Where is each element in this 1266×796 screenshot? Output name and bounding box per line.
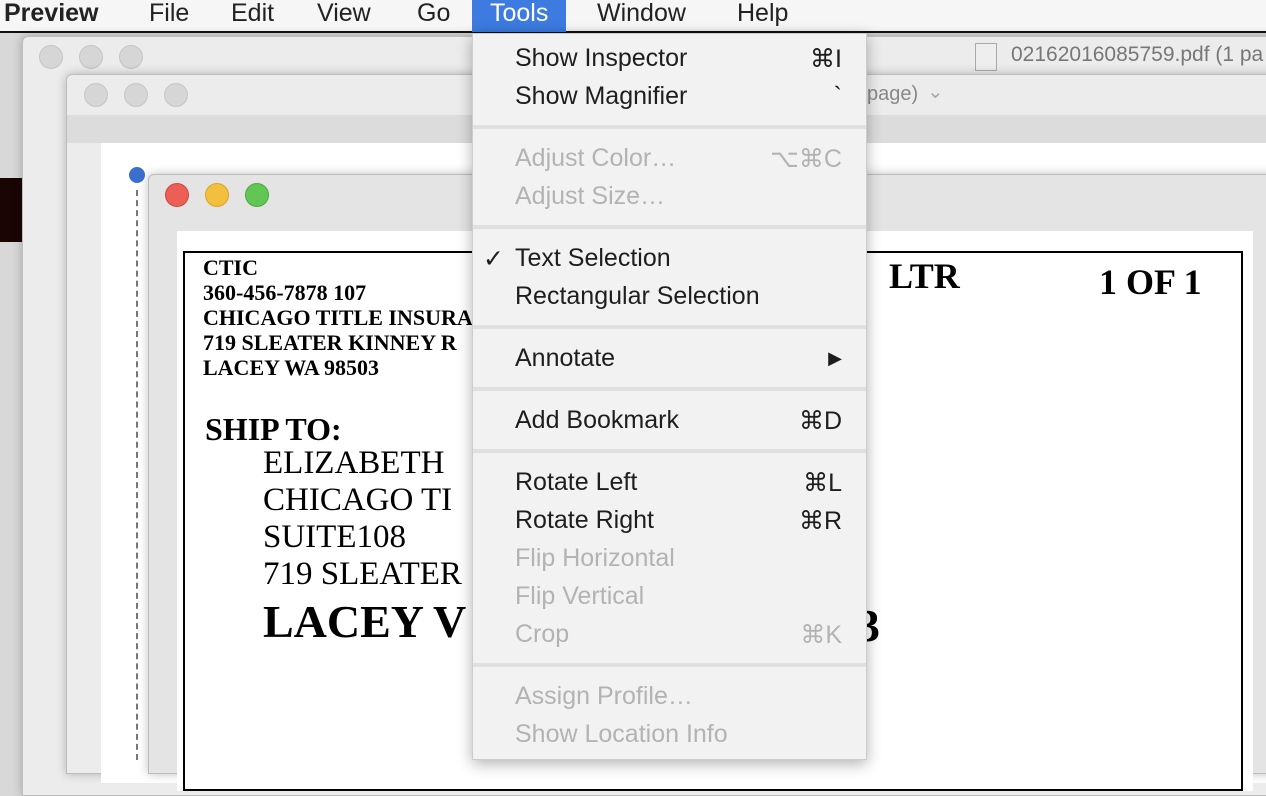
menu-item-label: Annotate <box>515 344 616 372</box>
menu-item-label: Add Bookmark <box>515 406 679 434</box>
menu-item-shortcut: ⌘R <box>798 507 842 535</box>
ship-to-heading: SHIP TO: <box>205 411 342 447</box>
menu-item-label: Rectangular Selection <box>515 282 760 310</box>
menu-item-label: Show Inspector <box>515 44 688 72</box>
background-window-edge <box>0 178 24 242</box>
minimize-button-inactive[interactable] <box>124 83 148 107</box>
menu-item-crop: Crop ⌘K <box>473 616 866 654</box>
menu-item-label: Adjust Size… <box>515 182 666 210</box>
menu-item-shortcut: ⌘L <box>803 469 842 497</box>
menu-file[interactable]: File <box>131 0 207 32</box>
menu-item-label: Adjust Color… <box>515 144 677 172</box>
zoom-button-inactive[interactable] <box>119 45 143 69</box>
menu-item-rotate-right[interactable]: Rotate Right ⌘R <box>473 502 866 540</box>
menu-item-label: Flip Vertical <box>515 582 645 610</box>
menu-item-adjust-size: Adjust Size… <box>473 178 866 216</box>
menu-item-label: Rotate Right <box>515 506 654 534</box>
menu-item-label: Text Selection <box>515 244 671 272</box>
menu-item-text-selection[interactable]: ✓ Text Selection <box>473 240 866 278</box>
close-button-inactive[interactable] <box>84 83 108 107</box>
service-ltr: LTR <box>889 256 960 296</box>
menu-separator <box>473 125 866 129</box>
menu-item-shortcut: ⌘K <box>800 621 842 649</box>
menu-item-label: Show Magnifier <box>515 82 688 110</box>
menu-view[interactable]: View <box>299 0 389 32</box>
menu-item-rectangular-selection[interactable]: Rectangular Selection <box>473 278 866 316</box>
chevron-down-icon[interactable]: ⌄ <box>927 79 944 104</box>
menu-item-adjust-color: Adjust Color… ⌥⌘C <box>473 140 866 178</box>
zoom-button[interactable] <box>245 183 269 207</box>
menu-bar: Preview File Edit View Go Tools Window H… <box>0 0 1266 33</box>
menu-item-shortcut: ⌥⌘C <box>770 145 842 173</box>
menu-item-annotate[interactable]: Annotate ▶ <box>473 340 866 378</box>
menu-separator <box>473 225 866 229</box>
window-title-fragment: page) <box>867 83 919 105</box>
close-button[interactable] <box>165 183 189 207</box>
menu-item-show-location-info: Show Location Info <box>473 716 866 754</box>
sender-address: CTIC 360-456-7878 107 CHICAGO TITLE INSURA… <box>203 255 473 380</box>
menu-app-preview[interactable]: Preview <box>0 0 117 32</box>
menu-item-label: Flip Horizontal <box>515 544 675 572</box>
zoom-button-inactive[interactable] <box>164 83 188 107</box>
menu-item-flip-horizontal: Flip Horizontal <box>473 540 866 578</box>
menu-item-show-magnifier[interactable]: Show Magnifier ` <box>473 78 866 116</box>
minimize-button[interactable] <box>205 183 229 207</box>
menu-edit[interactable]: Edit <box>213 0 292 32</box>
close-button-inactive[interactable] <box>39 45 63 69</box>
submenu-arrow-icon: ▶ <box>828 348 842 368</box>
tools-menu: Show Inspector ⌘I Show Magnifier ` Adjust Co… <box>472 33 867 760</box>
checkmark-icon: ✓ <box>483 245 504 273</box>
menu-item-shortcut: ⌘D <box>798 407 842 435</box>
menu-separator <box>473 449 866 453</box>
recipient-city: LACEY V <box>263 596 467 647</box>
menu-item-label: Assign Profile… <box>515 682 693 710</box>
menu-item-add-bookmark[interactable]: Add Bookmark ⌘D <box>473 402 866 440</box>
menu-item-flip-vertical: Flip Vertical <box>473 578 866 616</box>
menu-item-shortcut: ⌘I <box>810 45 842 73</box>
menu-item-assign-profile: Assign Profile… <box>473 678 866 716</box>
selection-handle[interactable] <box>129 167 145 183</box>
menu-tools[interactable]: Tools <box>472 0 567 32</box>
menu-item-rotate-left[interactable]: Rotate Left ⌘L <box>473 464 866 502</box>
minimize-button-inactive[interactable] <box>79 45 103 69</box>
menu-item-label: Show Location Info <box>515 720 728 748</box>
menu-go[interactable]: Go <box>399 0 468 32</box>
menu-window[interactable]: Window <box>579 0 704 32</box>
menu-separator <box>473 663 866 667</box>
page-count: 1 OF 1 <box>1099 262 1202 302</box>
menu-help[interactable]: Help <box>719 0 806 32</box>
menu-item-label: Rotate Left <box>515 468 638 496</box>
menu-item-show-inspector[interactable]: Show Inspector ⌘I <box>473 40 866 78</box>
menu-separator <box>473 387 866 391</box>
pdf-file-icon <box>975 43 997 71</box>
menu-item-shortcut: ` <box>833 82 842 110</box>
window-title: 02162016085759.pdf (1 pa <box>1011 43 1264 66</box>
menu-separator <box>473 325 866 329</box>
selection-border <box>136 190 138 760</box>
recipient-address: ELIZABETH CHICAGO TI SUITE108 719 SLEATER <box>263 445 462 592</box>
menu-item-label: Crop <box>515 620 570 648</box>
